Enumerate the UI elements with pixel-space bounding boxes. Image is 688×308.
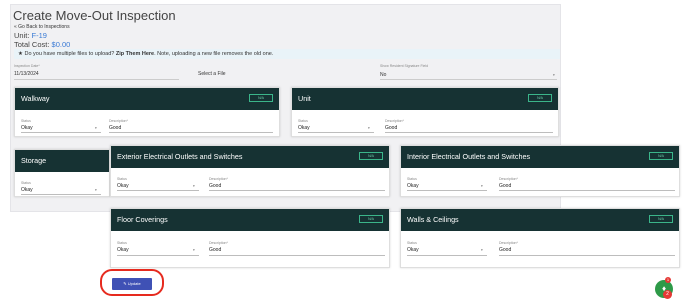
inspection-date-label: Inspection Date* (14, 64, 40, 68)
status-label: Status (407, 177, 417, 181)
card-header: Exterior Electrical Outlets and Switches… (111, 146, 389, 168)
description-input[interactable]: Good (499, 247, 511, 253)
status-underline (21, 132, 101, 133)
highlight-ring (100, 269, 164, 296)
card-interior-electrical: Interior Electrical Outlets and Switches… (400, 145, 680, 197)
card-walkway: Walkway N/A Status Okay ▾ Description* G… (14, 87, 280, 137)
na-button[interactable]: N/A (649, 152, 673, 160)
card-title: Exterior Electrical Outlets and Switches (117, 152, 243, 161)
status-select[interactable]: Okay (407, 183, 419, 189)
signature-field-select[interactable]: No (380, 72, 386, 78)
status-select[interactable]: Okay (21, 125, 33, 131)
card-floor-coverings: Floor Coverings N/A Status Okay ▾ Descri… (110, 208, 390, 268)
unit-label: Unit: (14, 31, 30, 40)
status-select[interactable]: Okay (21, 187, 33, 193)
na-button[interactable]: N/A (649, 215, 673, 223)
na-button[interactable]: N/A (359, 152, 383, 160)
card-title: Unit (298, 94, 311, 103)
description-underline (385, 132, 553, 133)
star-icon: ★ (18, 51, 23, 57)
description-label: Description* (109, 119, 128, 123)
chevron-down-icon: ▾ (193, 184, 195, 188)
description-underline (499, 190, 675, 191)
card-title: Walls & Ceilings (407, 215, 459, 224)
description-input[interactable]: Good (385, 125, 397, 131)
total-cost-line: Total Cost: $0.00 (14, 40, 70, 49)
description-input[interactable]: Good (109, 125, 121, 131)
na-button[interactable]: N/A (528, 94, 552, 102)
description-underline (499, 255, 675, 256)
signature-chevron-down-icon: ▾ (553, 73, 555, 77)
card-header: Storage (15, 150, 109, 172)
unit-value: F-19 (31, 31, 47, 40)
page-title: Create Move-Out Inspection (13, 8, 176, 23)
na-button[interactable]: N/A (359, 215, 383, 223)
chevron-down-icon: ▾ (481, 248, 483, 252)
description-label: Description* (499, 177, 518, 181)
status-underline (21, 194, 101, 195)
card-title: Floor Coverings (117, 215, 168, 224)
chevron-down-icon: ▾ (368, 126, 370, 130)
description-underline (209, 190, 385, 191)
card-header: Walls & Ceilings N/A (401, 209, 679, 231)
description-label: Description* (209, 241, 228, 245)
status-label: Status (298, 119, 308, 123)
description-underline (209, 255, 385, 256)
chevron-down-icon: ▾ (481, 184, 483, 188)
notification-badge-bottom: 2 (663, 290, 672, 299)
description-label: Description* (209, 177, 228, 181)
status-select[interactable]: Okay (117, 183, 129, 189)
unit-line: Unit: F-19 (14, 31, 47, 40)
description-underline (109, 132, 273, 133)
card-header: Interior Electrical Outlets and Switches… (401, 146, 679, 168)
inspection-date-underline (14, 79, 179, 80)
card-header: Unit N/A (292, 88, 558, 110)
status-label: Status (21, 119, 31, 123)
card-walls-ceilings: Walls & Ceilings N/A Status Okay ▾ Descr… (400, 208, 680, 268)
status-underline (117, 190, 199, 191)
status-underline (407, 255, 487, 256)
status-underline (407, 190, 487, 191)
status-label: Status (117, 241, 127, 245)
signature-underline (380, 79, 557, 80)
double-chevron-left-icon: « (14, 24, 17, 30)
card-storage: Storage Status Okay ▾ (14, 149, 110, 197)
status-select[interactable]: Okay (117, 247, 129, 253)
status-select[interactable]: Okay (298, 125, 310, 131)
description-input[interactable]: Good (209, 247, 221, 253)
card-exterior-electrical: Exterior Electrical Outlets and Switches… (110, 145, 390, 197)
signature-field-label: Show Resident Signature Field (380, 64, 429, 68)
total-cost-value: $0.00 (51, 40, 71, 49)
back-to-inspections-link[interactable]: « Go Back to Inspections (14, 24, 70, 30)
notification-badge-top: 1 (665, 277, 671, 283)
total-cost-label: Total Cost: (14, 40, 50, 49)
chevron-down-icon: ▾ (193, 248, 195, 252)
card-title: Walkway (21, 94, 50, 103)
chevron-down-icon: ▾ (95, 188, 97, 192)
status-label: Status (117, 177, 127, 181)
description-input[interactable]: Good (499, 183, 511, 189)
status-label: Status (21, 181, 31, 185)
description-label: Description* (499, 241, 518, 245)
zip-them-here-link[interactable]: Zip Them Here (116, 51, 154, 57)
back-link-label: Go Back to Inspections (18, 24, 70, 30)
card-header: Walkway N/A (15, 88, 279, 110)
card-title: Interior Electrical Outlets and Switches (407, 152, 531, 161)
zip-banner-text: Do you have multiple files to upload? (24, 51, 115, 57)
card-header: Floor Coverings N/A (111, 209, 389, 231)
card-title: Storage (21, 156, 47, 165)
select-file-button[interactable]: Select a File (198, 71, 226, 77)
na-button[interactable]: N/A (249, 94, 273, 102)
description-input[interactable]: Good (209, 183, 221, 189)
chevron-down-icon: ▾ (95, 126, 97, 130)
zip-banner: ★ Do you have multiple files to upload? … (14, 49, 560, 59)
inspection-date-input[interactable]: 11/13/2024 (14, 71, 39, 77)
status-select[interactable]: Okay (407, 247, 419, 253)
status-label: Status (407, 241, 417, 245)
status-underline (298, 132, 374, 133)
status-underline (117, 255, 199, 256)
card-unit: Unit N/A Status Okay ▾ Description* Good (291, 87, 559, 137)
zip-banner-note: . Note, uploading a new file removes the… (154, 51, 274, 57)
description-label: Description* (385, 119, 404, 123)
